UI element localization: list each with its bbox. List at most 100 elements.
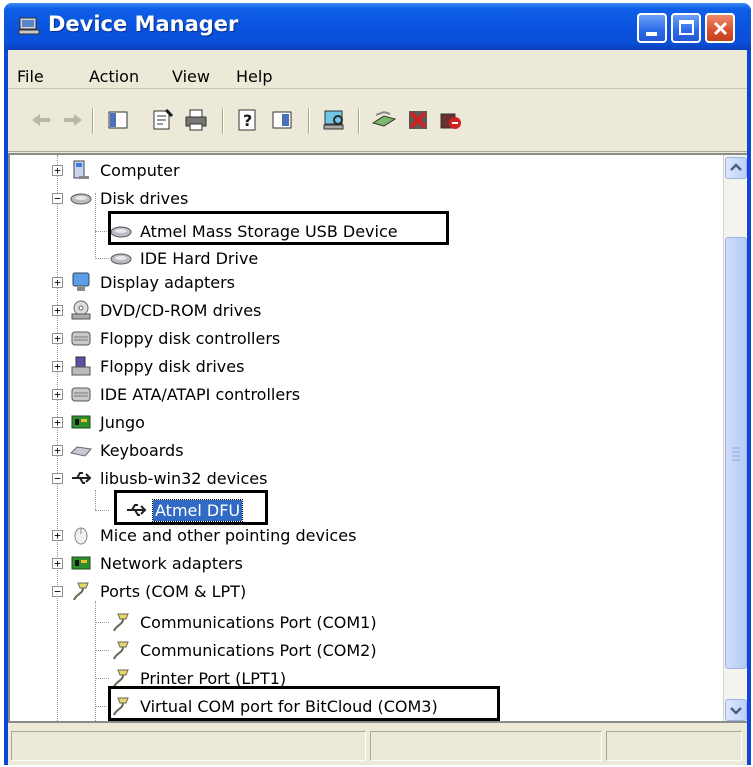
tree-item-computer[interactable]: Computer bbox=[70, 156, 182, 184]
expand-toggle[interactable]: + bbox=[52, 333, 63, 344]
expand-toggle[interactable]: + bbox=[52, 558, 63, 569]
tree-item-com1[interactable]: Communications Port (COM1) bbox=[110, 608, 379, 636]
svg-text:?: ? bbox=[243, 111, 252, 130]
menu-action[interactable]: Action bbox=[89, 67, 139, 86]
vertical-scrollbar[interactable] bbox=[723, 155, 747, 721]
update-driver-icon[interactable] bbox=[370, 106, 398, 134]
tree-item-label: Communications Port (COM1) bbox=[140, 612, 377, 632]
back-icon[interactable] bbox=[28, 106, 56, 134]
disk-drive-icon bbox=[110, 253, 132, 265]
expand-toggle[interactable]: + bbox=[52, 165, 63, 176]
mouse-icon bbox=[74, 527, 88, 545]
toolbar-separator bbox=[222, 108, 224, 134]
tree-connector bbox=[95, 706, 109, 707]
toolbar: ? bbox=[8, 90, 747, 152]
port-connector-icon bbox=[113, 613, 129, 632]
tree-item-com2[interactable]: Communications Port (COM2) bbox=[110, 636, 379, 664]
network-card-icon bbox=[71, 556, 91, 570]
controller-icon bbox=[71, 331, 91, 346]
tree-item-network-adapters[interactable]: Network adapters bbox=[70, 549, 245, 577]
expand-toggle[interactable]: + bbox=[52, 305, 63, 316]
collapse-toggle[interactable]: − bbox=[52, 193, 63, 204]
print-icon[interactable] bbox=[182, 106, 210, 134]
forward-icon[interactable] bbox=[58, 106, 86, 134]
expand-toggle[interactable]: + bbox=[52, 389, 63, 400]
tree-item-floppy-drives[interactable]: Floppy disk drives bbox=[70, 352, 246, 380]
toolbar-separator bbox=[92, 108, 94, 134]
expand-toggle[interactable]: + bbox=[52, 277, 63, 288]
scroll-down-button[interactable] bbox=[725, 699, 747, 721]
show-hide-console-tree-icon[interactable] bbox=[104, 106, 132, 134]
tree-connector bbox=[95, 622, 109, 623]
tree-item-ports[interactable]: Ports (COM & LPT) bbox=[70, 577, 248, 605]
expand-toggle[interactable]: + bbox=[52, 361, 63, 372]
title-bar[interactable]: Device Manager bbox=[4, 3, 751, 50]
circuit-board-icon bbox=[71, 415, 91, 429]
tree-connector bbox=[95, 231, 109, 232]
close-button[interactable] bbox=[705, 13, 735, 43]
collapse-toggle[interactable]: − bbox=[52, 473, 63, 484]
tree-item-label: Ports (COM & LPT) bbox=[100, 581, 247, 601]
device-manager-window: Device Manager File Action View Help ? +… bbox=[4, 3, 751, 765]
view-icon[interactable] bbox=[268, 106, 296, 134]
tree-item-display-adapters[interactable]: Display adapters bbox=[70, 268, 237, 296]
tree-connector bbox=[95, 650, 109, 651]
tree-item-label: Disk drives bbox=[100, 188, 189, 208]
grip-icon bbox=[732, 447, 740, 461]
status-bar bbox=[8, 725, 747, 765]
expand-toggle[interactable]: + bbox=[52, 417, 63, 428]
tree-item-libusb[interactable]: libusb-win32 devices bbox=[70, 464, 269, 492]
tree-item-jungo[interactable]: Jungo bbox=[70, 408, 147, 436]
floppy-drive-icon bbox=[71, 356, 91, 376]
scroll-up-button[interactable] bbox=[725, 157, 747, 179]
tree-item-label: IDE Hard Drive bbox=[140, 248, 259, 268]
tree-connector bbox=[95, 601, 96, 721]
chevron-up-icon bbox=[730, 163, 742, 171]
menu-bar: File Action View Help bbox=[8, 50, 747, 89]
collapse-toggle[interactable]: − bbox=[52, 586, 63, 597]
device-manager-icon bbox=[18, 17, 40, 35]
tree-item-label: Computer bbox=[100, 160, 180, 180]
tree-item-disk-drives[interactable]: Disk drives bbox=[70, 184, 190, 212]
minimize-button[interactable] bbox=[637, 13, 667, 43]
menu-file[interactable]: File bbox=[17, 67, 44, 86]
tree-item-ide-controllers[interactable]: IDE ATA/ATAPI controllers bbox=[70, 380, 302, 408]
menu-help[interactable]: Help bbox=[236, 67, 272, 86]
tree-item-label: Display adapters bbox=[100, 272, 236, 292]
status-cell bbox=[606, 731, 742, 761]
menu-view[interactable]: View bbox=[172, 67, 210, 86]
disk-drive-icon bbox=[70, 193, 92, 205]
help-icon[interactable]: ? bbox=[234, 106, 262, 134]
display-adapter-icon bbox=[72, 272, 90, 291]
usb-icon bbox=[72, 472, 92, 484]
tree-item-mice[interactable]: Mice and other pointing devices bbox=[70, 521, 358, 549]
tree-connector bbox=[95, 678, 109, 679]
chevron-down-icon bbox=[730, 707, 742, 715]
tree-item-label: IDE ATA/ATAPI controllers bbox=[100, 384, 301, 404]
uninstall-icon[interactable] bbox=[436, 106, 464, 134]
device-tree[interactable]: + Computer − Disk drives Atmel Mass Stor… bbox=[8, 153, 747, 723]
highlight-box bbox=[108, 211, 449, 245]
properties-icon[interactable] bbox=[148, 106, 176, 134]
highlight-box bbox=[108, 686, 500, 721]
tree-connector bbox=[57, 155, 58, 721]
tree-item-label: Network adapters bbox=[100, 553, 243, 573]
expand-toggle[interactable]: + bbox=[52, 530, 63, 541]
port-connector-icon bbox=[73, 582, 89, 601]
status-cell bbox=[11, 731, 366, 761]
controller-icon bbox=[71, 387, 91, 402]
toolbar-separator bbox=[358, 108, 360, 134]
tree-item-keyboards[interactable]: Keyboards bbox=[70, 436, 186, 464]
expand-toggle[interactable]: + bbox=[52, 445, 63, 456]
computer-icon bbox=[73, 160, 89, 179]
tree-item-dvd-cdrom[interactable]: DVD/CD-ROM drives bbox=[70, 296, 263, 324]
scroll-thumb[interactable] bbox=[725, 237, 747, 669]
tree-item-label: Communications Port (COM2) bbox=[140, 640, 377, 660]
tree-item-floppy-controllers[interactable]: Floppy disk controllers bbox=[70, 324, 282, 352]
status-cell bbox=[370, 731, 602, 761]
scan-hardware-icon[interactable] bbox=[320, 106, 348, 134]
maximize-button[interactable] bbox=[671, 13, 701, 43]
tree-item-label: Floppy disk drives bbox=[100, 356, 245, 376]
tree-connector bbox=[95, 510, 109, 511]
disable-icon[interactable] bbox=[404, 106, 432, 134]
